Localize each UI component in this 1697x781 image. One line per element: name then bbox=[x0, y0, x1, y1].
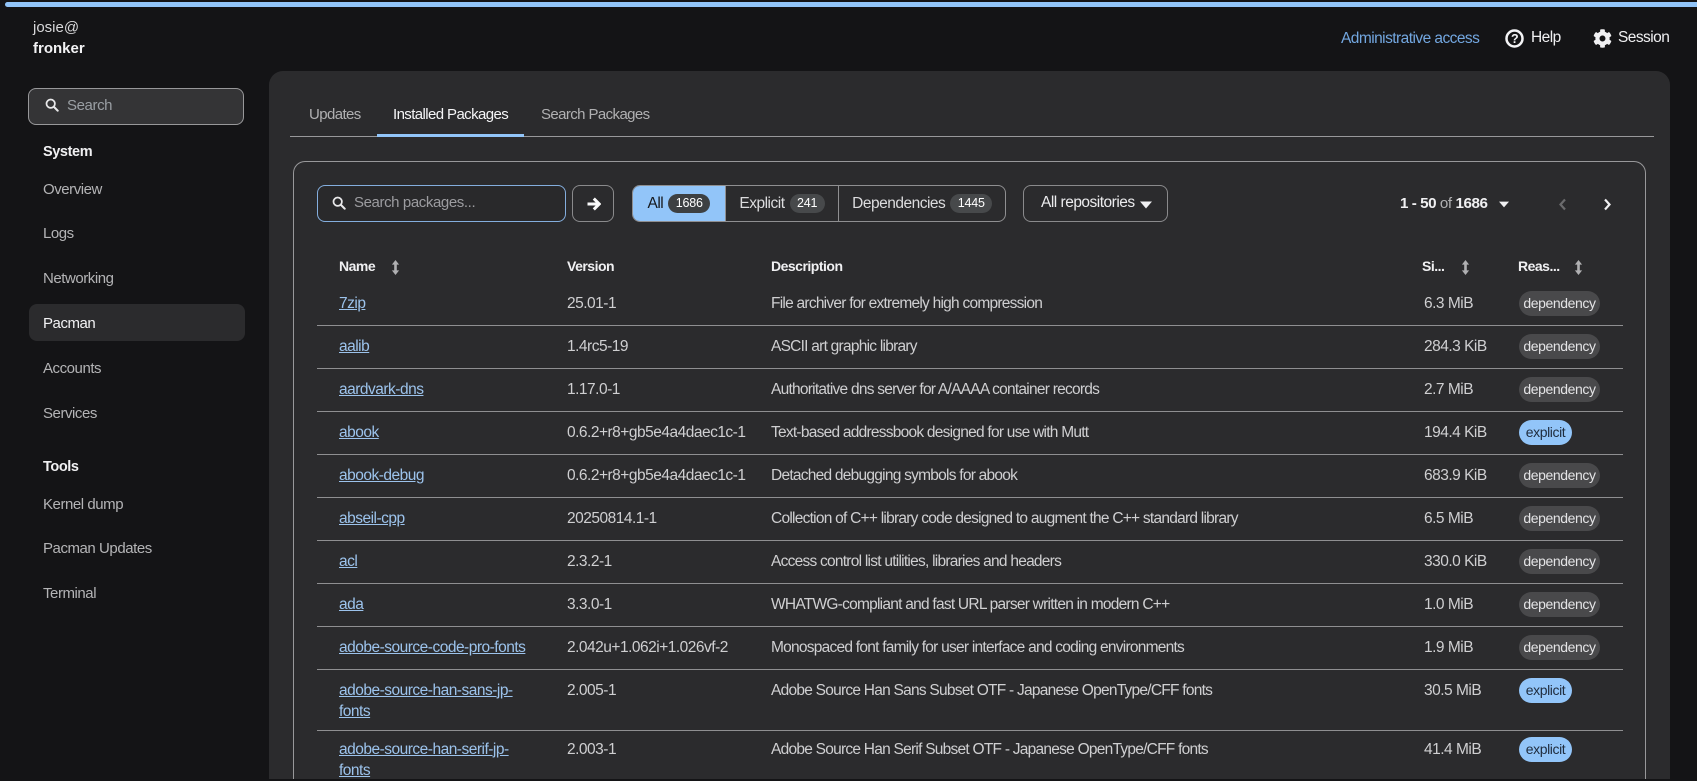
svg-text:?: ? bbox=[1511, 32, 1518, 46]
